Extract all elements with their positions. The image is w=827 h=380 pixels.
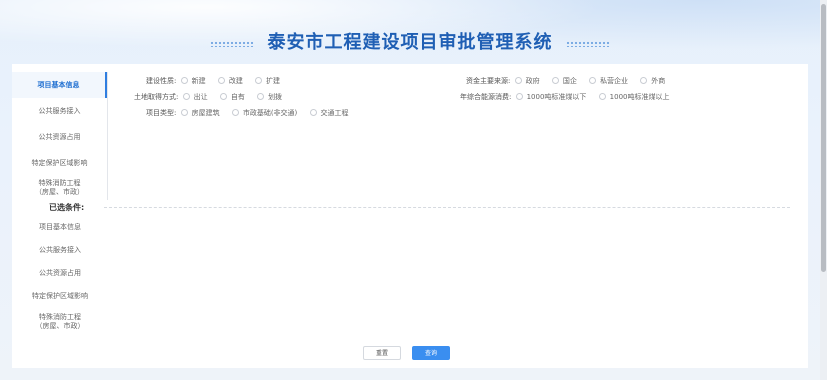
radio-label: 国企 bbox=[562, 77, 577, 85]
radio-label: 交通工程 bbox=[320, 109, 349, 117]
radio-circle-icon bbox=[640, 77, 648, 84]
radio-option-expand[interactable]: 扩建 bbox=[255, 76, 280, 86]
radio-circle-icon bbox=[219, 93, 227, 100]
query-button[interactable]: 查询 bbox=[412, 346, 450, 360]
radio-circle-icon bbox=[589, 77, 597, 84]
radio-circle-icon bbox=[180, 77, 188, 84]
filter-project-type: 项目类型: 房屋建筑 市政基础(非交通) 交通工程 bbox=[146, 108, 359, 120]
sidebar-item-public-service-access[interactable]: 公共服务接入 bbox=[12, 98, 107, 124]
filter-label: 项目类型: bbox=[146, 109, 177, 117]
selected-conditions-list: 项目基本信息 公共服务接入 公共资源占用 特定保护区域影响 特殊消防工程 （房屋… bbox=[12, 216, 108, 334]
sidebar-item-project-basic-info[interactable]: 项目基本信息 bbox=[12, 72, 107, 98]
radio-circle-icon bbox=[257, 93, 265, 100]
radio-option-municipal[interactable]: 市政基础(非交通) bbox=[231, 108, 298, 118]
selected-item-public-resource-use: 公共资源占用 bbox=[39, 269, 81, 277]
sidebar-item-label-line2: （房屋、市政） bbox=[35, 188, 84, 196]
sidebar-item-special-fire-project[interactable]: 特殊消防工程 （房屋、市政） bbox=[12, 176, 107, 200]
selected-item-public-service-access: 公共服务接入 bbox=[39, 246, 81, 254]
radio-option-foreign[interactable]: 外商 bbox=[640, 76, 665, 86]
radio-option-energy-above[interactable]: 1000吨标准煤以上 bbox=[598, 92, 670, 102]
radio-label: 外商 bbox=[651, 77, 666, 85]
radio-circle-icon bbox=[217, 77, 225, 84]
page-title: 泰安市工程建设项目审批管理系统 bbox=[267, 32, 553, 53]
filter-construction-nature: 建设性质: 新建 改建 扩建 bbox=[146, 76, 290, 88]
selected-conditions-title: 已选条件: bbox=[49, 203, 85, 212]
radio-label: 新建 bbox=[191, 77, 206, 85]
radio-circle-icon bbox=[551, 77, 559, 84]
page-header: 泰安市工程建设项目审批管理系统 bbox=[0, 28, 820, 54]
filter-label: 土地取得方式: bbox=[134, 93, 179, 101]
radio-circle-icon bbox=[598, 93, 606, 100]
radio-circle-icon bbox=[231, 109, 239, 116]
radio-option-transport[interactable]: 交通工程 bbox=[309, 108, 349, 118]
selected-item-project-basic-info: 项目基本信息 bbox=[39, 223, 81, 231]
filter-energy-consumption: 年综合能源消费: 1000吨标准煤以下 1000吨标准煤以上 bbox=[460, 92, 679, 104]
radio-option-allocation[interactable]: 划拨 bbox=[257, 92, 282, 102]
selected-item-protected-area-impact: 特定保护区域影响 bbox=[32, 292, 88, 300]
radio-label: 改建 bbox=[228, 77, 243, 85]
radio-label: 1000吨标准煤以下 bbox=[526, 93, 587, 101]
radio-label: 私营企业 bbox=[600, 77, 629, 85]
radio-label: 房屋建筑 bbox=[191, 109, 220, 117]
radio-option-transfer[interactable]: 出让 bbox=[182, 92, 208, 102]
scrollbar-thumb[interactable] bbox=[821, 4, 826, 272]
left-dots-decoration bbox=[210, 40, 255, 47]
right-dots-decoration bbox=[565, 40, 610, 47]
radio-option-energy-below[interactable]: 1000吨标准煤以下 bbox=[515, 92, 587, 102]
selected-conditions-header: 已选条件: bbox=[12, 201, 802, 213]
radio-circle-icon bbox=[514, 77, 522, 84]
radio-circle-icon bbox=[255, 77, 263, 84]
selected-item-label-line1: 特殊消防工程 bbox=[39, 313, 81, 321]
radio-circle-icon bbox=[180, 109, 188, 116]
reset-button[interactable]: 重置 bbox=[363, 346, 401, 360]
radio-label: 政府 bbox=[525, 77, 540, 85]
radio-circle-icon bbox=[515, 93, 523, 100]
selected-item-label-line2: （房屋、市政） bbox=[35, 322, 85, 330]
sidebar-nav: 项目基本信息 公共服务接入 公共资源占用 特定保护区域影响 特殊消防工程 （房屋… bbox=[12, 72, 108, 200]
radio-option-housing[interactable]: 房屋建筑 bbox=[180, 108, 220, 118]
radio-option-state-owned[interactable]: 国企 bbox=[551, 76, 577, 86]
radio-label: 市政基础(非交通) bbox=[242, 109, 298, 117]
sidebar-item-public-resource-use[interactable]: 公共资源占用 bbox=[12, 124, 107, 150]
radio-label: 扩建 bbox=[266, 77, 281, 85]
radio-option-rebuild[interactable]: 改建 bbox=[217, 76, 243, 86]
filter-label: 年综合能源消费: bbox=[460, 93, 512, 101]
radio-option-new[interactable]: 新建 bbox=[180, 76, 206, 86]
filter-label: 资金主要来源: bbox=[466, 77, 511, 85]
radio-label: 出让 bbox=[193, 93, 208, 101]
filter-fund-source: 资金主要来源: 政府 国企 私营企业 外商 bbox=[466, 76, 675, 88]
filter-land-method: 土地取得方式: 出让 自有 划拨 bbox=[134, 92, 292, 104]
sidebar-item-protected-area-impact[interactable]: 特定保护区域影响 bbox=[12, 150, 107, 176]
selected-item-special-fire-project: 特殊消防工程 （房屋、市政） bbox=[12, 308, 108, 334]
radio-label: 划拨 bbox=[268, 93, 283, 101]
main-panel: 项目基本信息 公共服务接入 公共资源占用 特定保护区域影响 特殊消防工程 （房屋… bbox=[12, 64, 808, 368]
dashed-divider bbox=[104, 207, 790, 208]
radio-option-private[interactable]: 私营企业 bbox=[589, 76, 628, 86]
radio-circle-icon bbox=[182, 93, 190, 100]
radio-circle-icon bbox=[309, 109, 317, 116]
page-scrollbar[interactable] bbox=[820, 0, 827, 380]
radio-option-government[interactable]: 政府 bbox=[514, 76, 540, 86]
radio-label: 1000吨标准煤以上 bbox=[609, 93, 670, 101]
sidebar-item-label-line1: 特殊消防工程 bbox=[38, 179, 81, 187]
radio-option-self-owned[interactable]: 自有 bbox=[219, 92, 245, 102]
filter-label: 建设性质: bbox=[146, 77, 177, 85]
radio-label: 自有 bbox=[230, 93, 245, 101]
